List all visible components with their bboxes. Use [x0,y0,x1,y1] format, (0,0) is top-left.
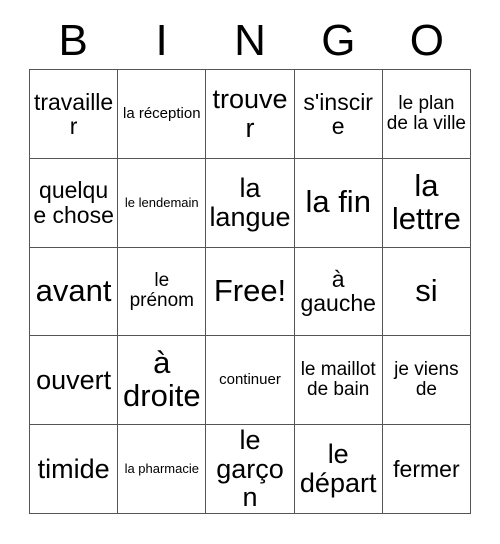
bingo-cell-label: continuer [219,371,281,389]
bingo-cell-i1[interactable]: la réception [118,70,207,159]
bingo-cell-i4[interactable]: à droite [118,336,207,426]
bingo-cell-label: le départ [299,439,377,499]
bingo-cell-label: le prénom [129,270,194,312]
bingo-grid: travailler la réception trouver s'inscir… [29,69,471,514]
bingo-letter-n: N [234,15,266,65]
bingo-cell-b5[interactable]: timide [30,425,119,514]
bingo-header-letters: B I N G O [29,12,471,69]
bingo-cell-i2[interactable]: le lendemain [118,158,207,248]
bingo-cell-label: fermer [393,455,460,482]
bingo-cell-label: si [415,273,438,309]
bingo-cell-g3[interactable]: à gauche [294,247,383,337]
bingo-cell-n1[interactable]: trouver [206,70,295,159]
bingo-cell-label: la fin [305,184,371,220]
bingo-cell-label: trouver [212,84,288,143]
bingo-cell-label: le garçon [216,425,284,513]
bingo-cell-b2[interactable]: quelque chose [30,158,119,248]
bingo-cell-i3[interactable]: le prénom [118,247,207,337]
bingo-cell-label: la langue [209,173,291,232]
bingo-cell-o1[interactable]: le plan de la ville [382,70,471,159]
bingo-cell-label: le lendemain [124,194,199,210]
bingo-free-label: Free! [213,273,287,309]
bingo-cell-n4[interactable]: continuer [206,336,295,426]
bingo-cell-g2[interactable]: la fin [294,158,383,248]
bingo-cell-o2[interactable]: la lettre [382,158,471,248]
bingo-cell-label: à droite [123,345,201,414]
bingo-cell-label: la réception [123,104,201,122]
bingo-cell-label: timide [37,453,110,484]
bingo-cell-i5[interactable]: la pharmacie [118,425,207,514]
bingo-cell-label: quelque chose [33,177,114,228]
bingo-cell-o3[interactable]: si [382,247,471,337]
bingo-cell-g5[interactable]: le départ [294,425,383,514]
bingo-cell-b1[interactable]: travailler [30,70,119,159]
bingo-letter-i: I [155,15,168,65]
bingo-letter-o: O [409,15,444,65]
bingo-cell-o5[interactable]: fermer [382,425,471,514]
bingo-cell-label: le plan de la ville [386,92,466,134]
bingo-cell-n2[interactable]: la langue [206,158,295,248]
bingo-cell-free[interactable]: Free! [206,247,295,337]
bingo-cell-label: le maillot de bain [300,359,376,401]
bingo-card: B I N G O travailler la réception trouve… [0,0,500,544]
bingo-cell-o4[interactable]: je viens de [382,336,471,426]
bingo-cell-label: la pharmacie [124,461,199,477]
bingo-cell-label: ouvert [36,364,112,395]
bingo-cell-label: la lettre [391,167,461,236]
bingo-cell-label: je viens de [394,359,459,401]
bingo-cell-n5[interactable]: le garçon [206,425,295,514]
bingo-cell-b3[interactable]: avant [30,247,119,337]
bingo-letter-g: G [321,15,356,65]
bingo-cell-b4[interactable]: ouvert [30,336,119,426]
bingo-cell-label: avant [35,273,112,309]
bingo-cell-label: travailler [33,88,114,139]
bingo-cell-label: s'inscire [303,88,373,139]
bingo-cell-label: à gauche [300,266,376,317]
bingo-cell-g1[interactable]: s'inscire [294,70,383,159]
bingo-cell-g4[interactable]: le maillot de bain [294,336,383,426]
bingo-letter-b: B [58,15,88,65]
